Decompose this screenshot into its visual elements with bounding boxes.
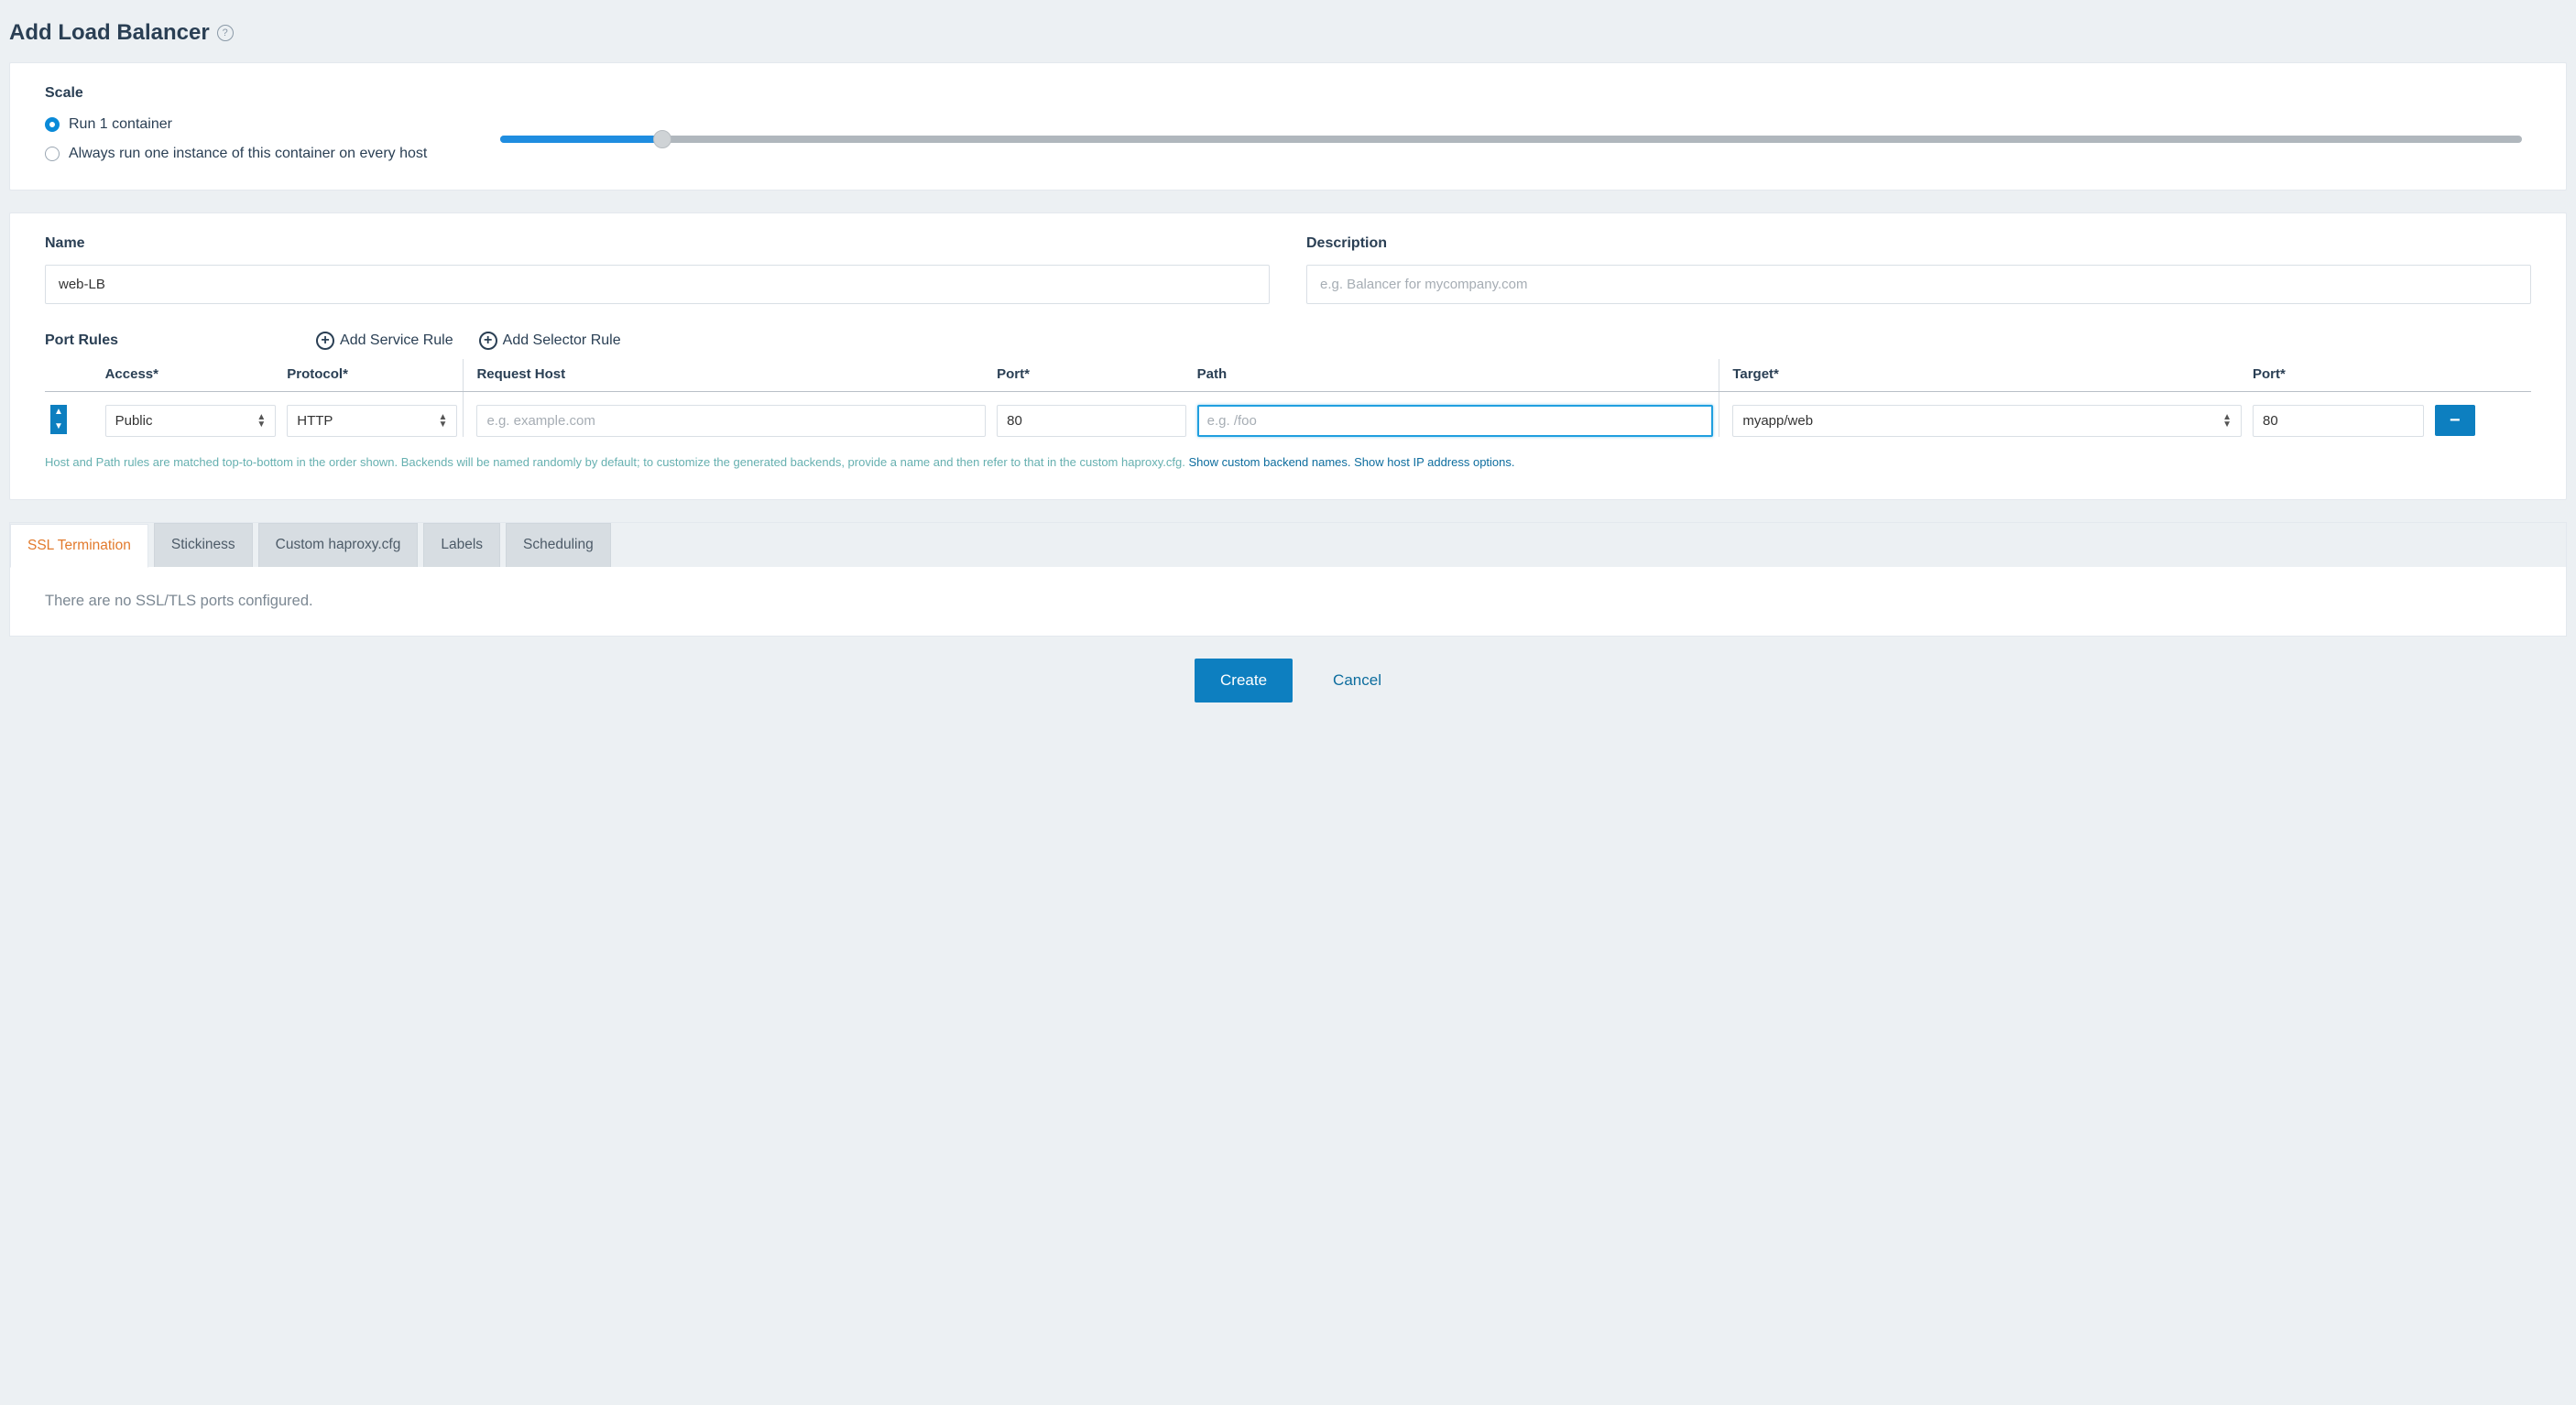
protocol-value: HTTP: [297, 413, 333, 429]
radio-run-n[interactable]: Run 1 container: [45, 116, 427, 133]
plus-icon: +: [479, 332, 497, 350]
tab-custom-haproxy[interactable]: Custom haproxy.cfg: [258, 523, 419, 567]
cancel-button[interactable]: Cancel: [1333, 671, 1381, 690]
select-arrows-icon: ▲▼: [257, 414, 266, 429]
col-port-a: Port*: [991, 359, 1192, 392]
select-arrows-icon: ▲▼: [439, 414, 448, 429]
scale-card: Scale Run 1 container Always run one ins…: [9, 62, 2567, 191]
col-target: Target*: [1719, 359, 2247, 392]
access-value: Public: [115, 413, 153, 429]
help-icon[interactable]: ?: [217, 25, 234, 41]
name-label: Name: [45, 235, 1270, 252]
show-host-ip-link[interactable]: Show host IP address options.: [1354, 455, 1514, 469]
tab-ssl-termination[interactable]: SSL Termination: [10, 524, 148, 568]
port-rules-hint: Host and Path rules are matched top-to-b…: [45, 453, 2531, 472]
port-rule-row: ▲ ▼ Public ▲▼ HTTP ▲▼: [45, 392, 2531, 438]
path-input[interactable]: [1197, 405, 1714, 437]
chevron-down-icon: ▼: [50, 419, 67, 434]
port-rules-table: Access* Protocol* Request Host Port* Pat…: [45, 359, 2531, 437]
add-selector-rule-button[interactable]: + Add Selector Rule: [479, 332, 621, 350]
scale-heading: Scale: [45, 85, 2531, 102]
add-service-rule-button[interactable]: + Add Service Rule: [316, 332, 453, 350]
access-select[interactable]: Public ▲▼: [105, 405, 277, 437]
col-protocol: Protocol*: [281, 359, 464, 392]
description-input[interactable]: [1306, 265, 2531, 304]
name-input[interactable]: [45, 265, 1270, 304]
description-label: Description: [1306, 235, 2531, 252]
hint-text: Host and Path rules are matched top-to-b…: [45, 455, 1188, 469]
chevron-up-icon: ▲: [50, 405, 67, 419]
tab-labels[interactable]: Labels: [423, 523, 500, 567]
select-arrows-icon: ▲▼: [2222, 414, 2232, 429]
radio-icon: [45, 117, 60, 132]
create-button[interactable]: Create: [1195, 659, 1293, 702]
add-selector-rule-label: Add Selector Rule: [503, 332, 621, 349]
col-request-host: Request Host: [464, 359, 991, 392]
col-access: Access*: [100, 359, 282, 392]
ssl-empty-message: There are no SSL/TLS ports configured.: [10, 567, 2566, 636]
add-service-rule-label: Add Service Rule: [340, 332, 453, 349]
tab-stickiness[interactable]: Stickiness: [154, 523, 253, 567]
port-rules-heading: Port Rules: [45, 332, 118, 349]
target-value: myapp/web: [1742, 413, 1813, 429]
remove-rule-button[interactable]: −: [2435, 405, 2475, 436]
protocol-select[interactable]: HTTP ▲▼: [287, 405, 457, 437]
minus-icon: −: [2450, 410, 2461, 431]
radio-run-n-label: Run 1 container: [69, 116, 172, 133]
col-port-b: Port*: [2247, 359, 2429, 392]
page-title: Add Load Balancer: [9, 20, 210, 46]
target-select[interactable]: myapp/web ▲▼: [1732, 405, 2242, 437]
slider-thumb[interactable]: [653, 130, 671, 148]
col-path: Path: [1192, 359, 1719, 392]
radio-every-host-label: Always run one instance of this containe…: [69, 146, 427, 162]
target-port-input[interactable]: [2253, 405, 2424, 437]
reorder-handle[interactable]: ▲ ▼: [50, 405, 67, 434]
main-card: Name Description Port Rules + Add Servic…: [9, 212, 2567, 500]
tab-scheduling[interactable]: Scheduling: [506, 523, 611, 567]
scale-slider[interactable]: [500, 136, 2522, 143]
plus-icon: +: [316, 332, 334, 350]
tabs-card: SSL Termination Stickiness Custom haprox…: [9, 522, 2567, 637]
tab-bar: SSL Termination Stickiness Custom haprox…: [10, 523, 2566, 567]
slider-fill: [500, 136, 662, 143]
request-host-input[interactable]: [476, 405, 986, 437]
footer-actions: Create Cancel: [9, 637, 2567, 708]
radio-every-host[interactable]: Always run one instance of this containe…: [45, 146, 427, 162]
source-port-input[interactable]: [997, 405, 1186, 437]
radio-icon: [45, 147, 60, 161]
show-backend-names-link[interactable]: Show custom backend names.: [1188, 455, 1350, 469]
